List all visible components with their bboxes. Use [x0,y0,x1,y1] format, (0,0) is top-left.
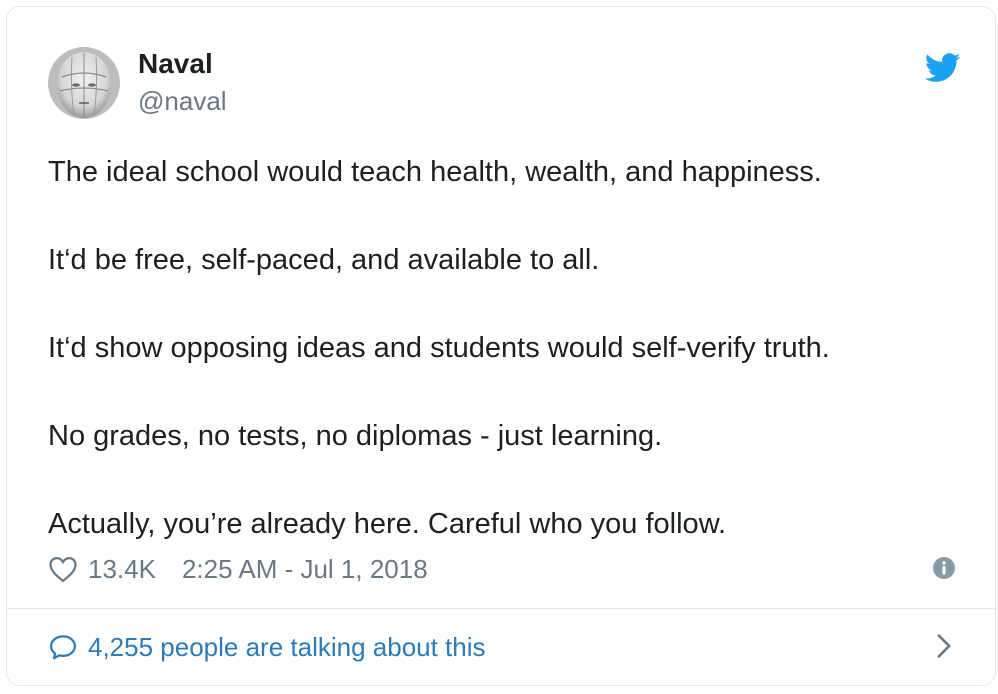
divider [7,608,995,609]
chevron-right-icon[interactable] [935,633,953,659]
speech-bubble-icon [50,635,76,660]
avatar-image [48,47,120,119]
tweet-timestamp[interactable]: 2:25 AM - Jul 1, 2018 [182,554,428,585]
twitter-bird-icon[interactable] [925,53,961,83]
tweet-paragraph: The ideal school would teach health, wea… [48,156,822,188]
tweet-text: The ideal school would teach health, wea… [48,151,948,591]
tweet-paragraph: Actually, you’re already here. Careful w… [48,508,727,540]
like-count[interactable]: 13.4K [88,554,156,585]
info-icon[interactable] [932,556,956,580]
tweet-card: Naval @naval The ideal school would teac… [6,6,996,686]
conversation-label[interactable]: 4,255 people are talking about this [88,632,486,663]
author-name[interactable]: Naval [138,47,213,81]
conversation-link[interactable]: 4,255 people are talking about this [48,627,486,667]
tweet-paragraph: It‘d be free, self-paced, and available … [48,244,600,276]
tweet-paragraph: No grades, no tests, no diplomas - just … [48,420,663,452]
author-handle[interactable]: @naval [138,85,227,117]
avatar[interactable] [48,47,120,119]
tweet-meta: 13.4K 2:25 AM - Jul 1, 2018 [48,552,428,586]
heart-icon[interactable] [48,555,78,583]
tweet-paragraph: It‘d show opposing ideas and students wo… [48,332,830,364]
